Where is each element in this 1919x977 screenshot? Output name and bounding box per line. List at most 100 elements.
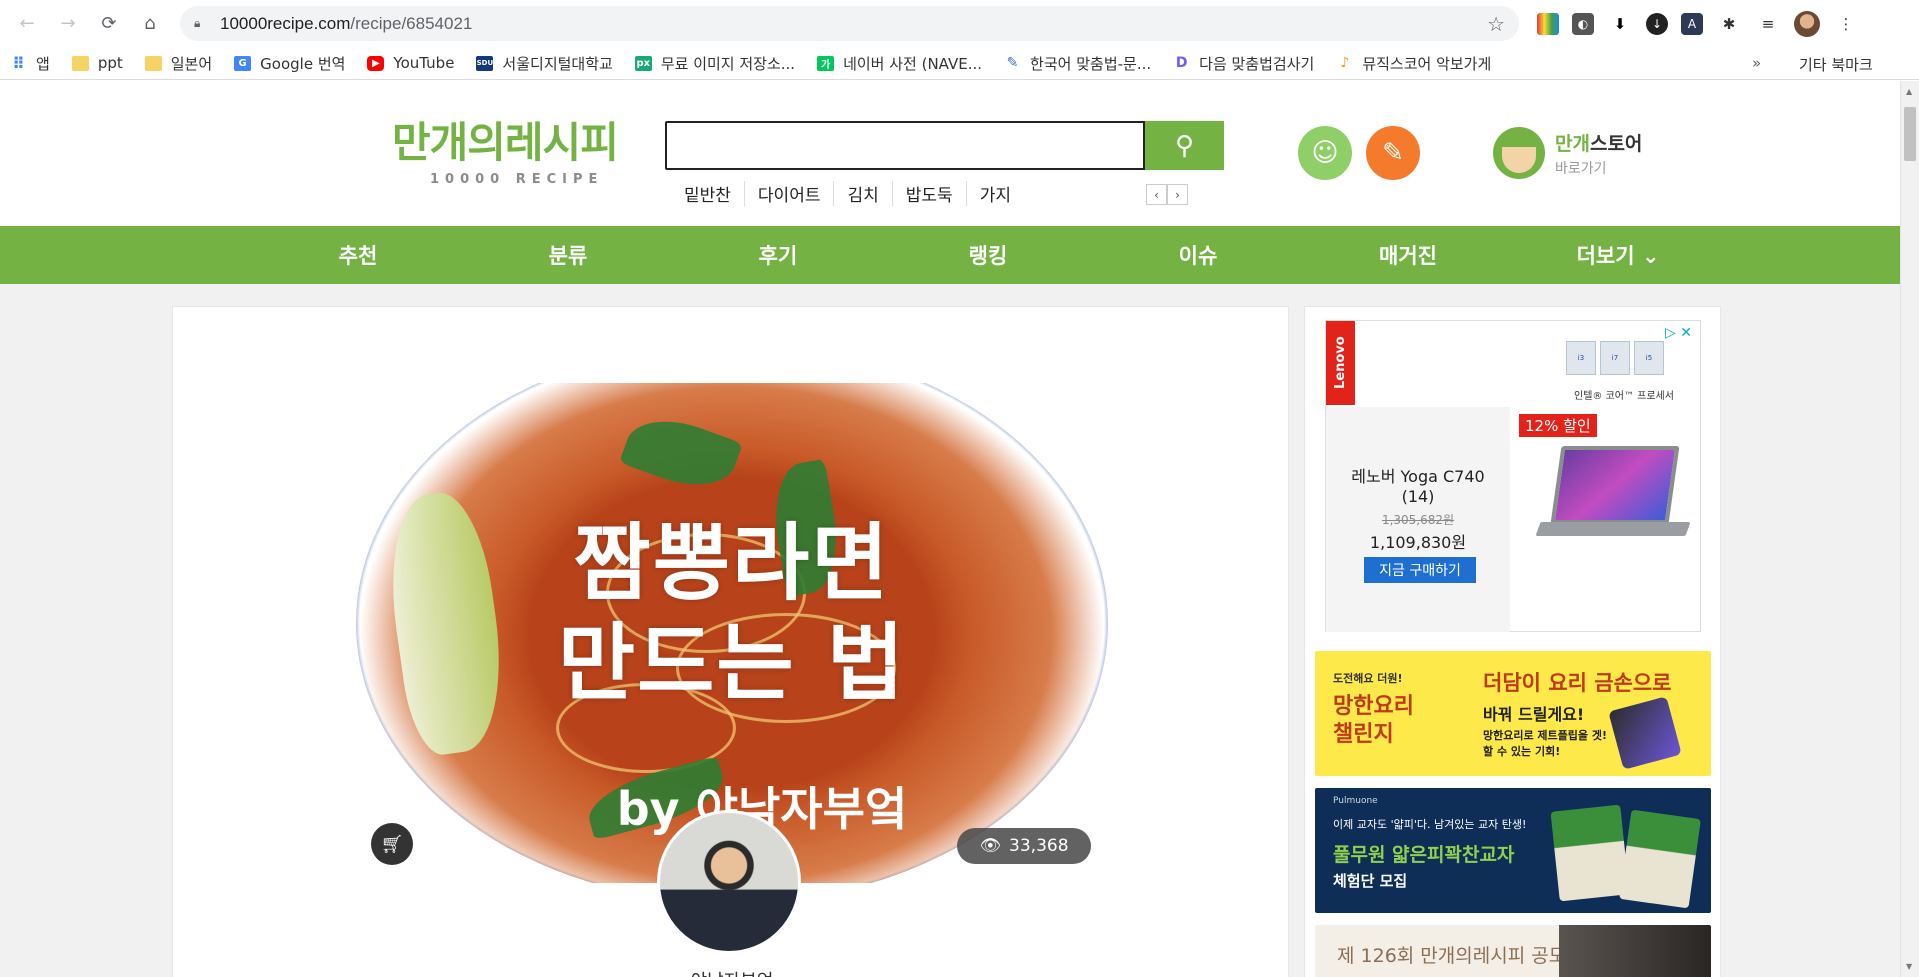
nav-item-review[interactable]: 후기 <box>673 240 883 270</box>
bookmark-sdu[interactable]: SDU 서울디지털대학교 <box>476 53 613 74</box>
challenge-ad-banner[interactable]: 도전해요 더원! 망한요리 챌린지 더담이 요리 금손으로 바꿔 드릴게요! 망… <box>1315 651 1711 776</box>
search-tag[interactable]: 가지 <box>965 181 1024 206</box>
lenovo-ad[interactable]: Lenovo ▷ ✕ i3 i7 i5 인텔® 코어™ 프로세서 레노버 Yoga … <box>1325 320 1701 632</box>
color-extension-icon[interactable] <box>1537 12 1559 35</box>
recipe-title-overlay: 짬뽕라면 만드는 법 <box>557 514 907 712</box>
store-link[interactable]: 만개스토어 바로가기 <box>1493 127 1642 179</box>
nav-item-magazine[interactable]: 매거진 <box>1303 240 1513 270</box>
other-bookmarks-folder[interactable]: 기타 북마크 <box>1790 54 1873 75</box>
popular-search-tags: 밑반찬 다이어트 김치 밥도둑 가지 <box>684 181 1024 206</box>
search-input[interactable] <box>665 121 1145 170</box>
author-name[interactable]: 야남자부엌 <box>173 967 1288 977</box>
apps-grid-icon: ⠿ <box>12 53 25 73</box>
user-icon[interactable]: ☺ <box>1298 126 1352 180</box>
nav-item-issue[interactable]: 이슈 <box>1093 240 1303 270</box>
adchoices-close-icon[interactable]: ▷ ✕ <box>1665 325 1692 341</box>
bookmark-daum-spellcheck[interactable]: D 다음 맞춤법검사기 <box>1173 53 1314 74</box>
folder-icon <box>144 55 162 71</box>
daum-icon: D <box>1173 55 1191 71</box>
bookmark-google-translate[interactable]: G Google 번역 <box>234 53 345 74</box>
search-tag[interactable]: 다이어트 <box>743 181 834 206</box>
view-count-badge: 👁︎ 33,368 <box>957 828 1091 864</box>
phone-image <box>1608 696 1682 770</box>
recipe-main-photo: 짬뽕라면 만드는 법 by 야남자부엌 <box>356 383 1108 883</box>
site-header: 만개의레시피 10000 RECIPE ⚲ 밑반찬 다이어트 김치 밥도둑 가지… <box>0 81 1900 226</box>
original-price: 1,305,682원 <box>1381 513 1455 527</box>
bookmark-music-score[interactable]: ♪ 뮤직스코어 악보가게 <box>1336 53 1491 74</box>
bookmark-korean-spelling[interactable]: ✎ 한국어 맞춤법-문... <box>1004 53 1151 74</box>
reload-icon[interactable]: ⟳ <box>94 9 124 39</box>
youtube-icon: ▶ <box>367 55 385 71</box>
nav-item-recommend[interactable]: 추천 <box>253 240 463 270</box>
bookmark-star-icon[interactable]: ☆ <box>1487 12 1505 36</box>
bulb-extension-icon[interactable]: ◐ <box>1572 12 1594 35</box>
site-logo[interactable]: 만개의레시피 10000 RECIPE <box>392 109 619 187</box>
chevron-right-icon[interactable]: › <box>1167 184 1188 205</box>
search-tag[interactable]: 김치 <box>833 181 891 206</box>
search-tag[interactable]: 밥도둑 <box>891 181 966 206</box>
bookmarks-overflow-button[interactable]: » <box>1752 54 1761 72</box>
recipe-card: 짬뽕라면 만드는 법 by 야남자부엌 🛒︎ 👁︎ 33,368 야남자부엌 <box>172 306 1289 977</box>
bookmark-youtube[interactable]: ▶ YouTube <box>367 54 454 72</box>
google-translate-icon: G <box>234 55 252 71</box>
search-form: ⚲ <box>665 121 1224 170</box>
page-scrollbar[interactable]: ▲ ▼ <box>1900 81 1919 977</box>
main-navigation: 추천 분류 후기 랭킹 이슈 매거진 더보기 ⌄ <box>0 226 1900 284</box>
browser-toolbar: ← → ⟳ ⌂ 🔒︎ 10000recipe.com/recipe/685402… <box>0 0 1919 47</box>
bookmark-apps[interactable]: ⠿ 앱 <box>10 53 50 74</box>
dumpling-package-image <box>1619 809 1701 909</box>
media-control-icon[interactable]: ≡ <box>1755 11 1781 37</box>
lenovo-logo: Lenovo <box>1326 321 1355 405</box>
scroll-up-icon[interactable]: ▲ <box>1906 87 1912 96</box>
page-viewport: 만개의레시피 10000 RECIPE ⚲ 밑반찬 다이어트 김치 밥도둑 가지… <box>0 81 1900 977</box>
author-avatar[interactable] <box>657 810 801 954</box>
search-tag[interactable]: 밑반찬 <box>684 181 744 206</box>
nav-item-more[interactable]: 더보기 ⌄ <box>1513 240 1723 270</box>
pulmuone-ad-banner[interactable]: Pulmuone 이제 교자도 '얇피'다. 남겨있는 교자 탄생! 풀무원 얇… <box>1315 788 1711 913</box>
folder-icon <box>71 55 89 71</box>
px-icon: px <box>634 55 652 71</box>
nav-item-ranking[interactable]: 랭킹 <box>883 240 1093 270</box>
scroll-down-icon[interactable]: ▼ <box>1906 962 1912 971</box>
nav-item-category[interactable]: 분류 <box>463 240 673 270</box>
laptop-image <box>1535 446 1691 551</box>
home-icon[interactable]: ⌂ <box>135 9 165 39</box>
bookmark-ppt[interactable]: ppt <box>71 54 123 72</box>
puzzle-extensions-icon[interactable]: ✱ <box>1716 11 1742 37</box>
pencil-icon[interactable]: ✎ <box>1366 126 1420 180</box>
font-extension-icon[interactable]: A <box>1681 12 1703 35</box>
bookmark-free-images[interactable]: px 무료 이미지 저장소... <box>634 53 795 74</box>
discount-badge: 12% 할인 <box>1519 414 1597 437</box>
dumpling-package-image <box>1550 804 1630 902</box>
spellcheck-icon: ✎ <box>1004 55 1022 71</box>
scrollbar-thumb[interactable] <box>1904 107 1916 161</box>
sale-price: 1,109,830원 <box>1369 533 1467 552</box>
search-icon: ⚲ <box>1174 130 1195 160</box>
bookmark-naver-dictionary[interactable]: 가 네이버 사전 (NAVE... <box>817 53 982 74</box>
bookmark-japanese[interactable]: 일본어 <box>144 53 212 74</box>
back-arrow-icon[interactable]: ← <box>12 9 42 39</box>
chevron-left-icon[interactable]: ‹ <box>1146 184 1167 205</box>
contest-banner[interactable]: 제 126회 만개의레시피 공모전 <box>1315 925 1711 977</box>
bookmarks-bar: ⠿ 앱 ppt 일본어 G Google 번역 ▶ YouTube SDU 서울디지털대… <box>0 47 1919 80</box>
buy-now-button[interactable]: 지금 구매하기 <box>1364 557 1476 583</box>
sidebar: Lenovo ▷ ✕ i3 i7 i5 인텔® 코어™ 프로세서 레노버 Yoga … <box>1304 306 1721 977</box>
search-button[interactable]: ⚲ <box>1145 121 1224 170</box>
lenovo-product-panel: 레노버 Yoga C740 (14) 1,305,682원 1,109,830원… <box>1326 407 1510 632</box>
product-name: 레노버 Yoga C740 (14) <box>1351 467 1485 506</box>
intel-chips-image: i3 i7 i5 <box>1566 341 1664 375</box>
profile-avatar[interactable] <box>1794 10 1820 37</box>
naver-dictionary-icon: 가 <box>817 55 835 71</box>
eye-icon: 👁︎ <box>979 836 1002 856</box>
store-mascot-icon <box>1493 127 1545 179</box>
address-bar[interactable]: 🔒︎ 10000recipe.com/recipe/6854021 ☆ <box>180 6 1519 41</box>
cart-icon[interactable]: 🛒︎ <box>371 823 413 865</box>
download-extension-icon[interactable]: ↓ <box>1646 12 1668 35</box>
forward-arrow-icon[interactable]: → <box>53 9 83 39</box>
sdu-icon: SDU <box>476 55 494 71</box>
url-text[interactable]: 10000recipe.com/recipe/6854021 <box>220 14 1487 34</box>
browser-menu-icon[interactable]: ⋮ <box>1833 11 1859 37</box>
tag-pager: ‹ › <box>1146 184 1188 205</box>
extensions-bar: ◐ ⬇ ↓ A ✱ ≡ ⋮ <box>1537 10 1859 37</box>
pocket-extension-icon[interactable]: ⬇ <box>1607 11 1633 37</box>
